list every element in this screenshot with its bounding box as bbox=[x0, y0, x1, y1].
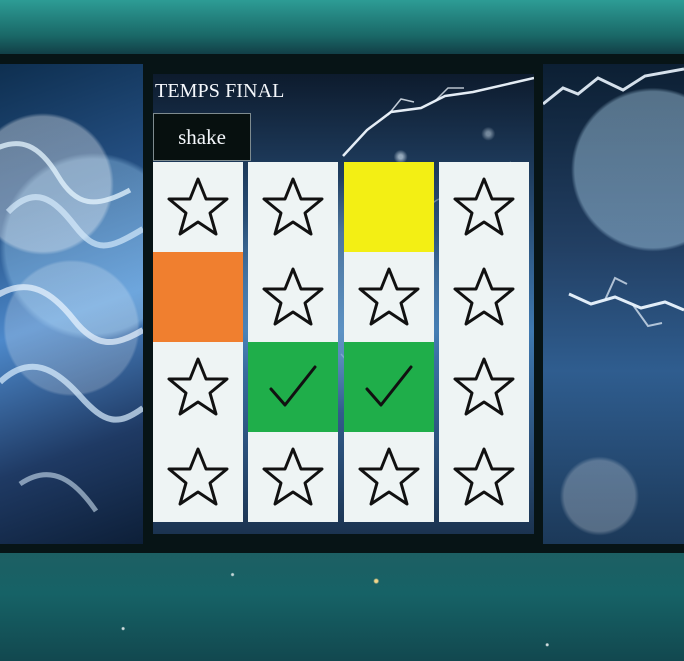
tile-r4-c3[interactable] bbox=[343, 432, 434, 522]
star-icon bbox=[262, 267, 324, 326]
star-icon bbox=[453, 357, 515, 416]
tile-r4-c2[interactable] bbox=[248, 432, 339, 522]
tile-r2-c4[interactable] bbox=[438, 252, 529, 342]
star-icon bbox=[453, 447, 515, 506]
star-icon bbox=[167, 447, 229, 506]
tile-r4-c4[interactable] bbox=[438, 432, 529, 522]
brain-image-panel bbox=[0, 64, 143, 544]
space-background-bottom bbox=[0, 553, 684, 661]
tile-r2-c3[interactable] bbox=[343, 252, 434, 342]
space-background-top bbox=[0, 0, 684, 54]
check-icon bbox=[269, 365, 317, 407]
check-icon bbox=[365, 365, 413, 407]
tile-r1-c4[interactable] bbox=[438, 162, 529, 252]
star-icon bbox=[358, 267, 420, 326]
tile-r1-c2[interactable] bbox=[248, 162, 339, 252]
star-icon bbox=[358, 447, 420, 506]
star-icon bbox=[262, 177, 324, 236]
memory-grid bbox=[153, 162, 529, 522]
tile-r2-c2[interactable] bbox=[248, 252, 339, 342]
tile-r1-c1[interactable] bbox=[153, 162, 243, 252]
tile-r3-c4[interactable] bbox=[438, 342, 529, 432]
tile-r1-c3[interactable] bbox=[343, 162, 434, 252]
page-title: TEMPS FINAL bbox=[155, 80, 285, 102]
tile-r2-c1[interactable] bbox=[153, 252, 243, 342]
star-icon bbox=[453, 267, 515, 326]
tile-r3-c3[interactable] bbox=[343, 342, 434, 432]
tile-r4-c1[interactable] bbox=[153, 432, 243, 522]
tile-r3-c1[interactable] bbox=[153, 342, 243, 432]
star-icon bbox=[167, 357, 229, 416]
star-icon bbox=[167, 177, 229, 236]
star-icon bbox=[262, 447, 324, 506]
shake-button[interactable]: shake bbox=[153, 113, 251, 161]
tile-r3-c2[interactable] bbox=[248, 342, 339, 432]
star-icon bbox=[453, 177, 515, 236]
game-board-panel: TEMPS FINAL shake bbox=[153, 74, 534, 534]
lightning-image-panel bbox=[543, 64, 684, 544]
